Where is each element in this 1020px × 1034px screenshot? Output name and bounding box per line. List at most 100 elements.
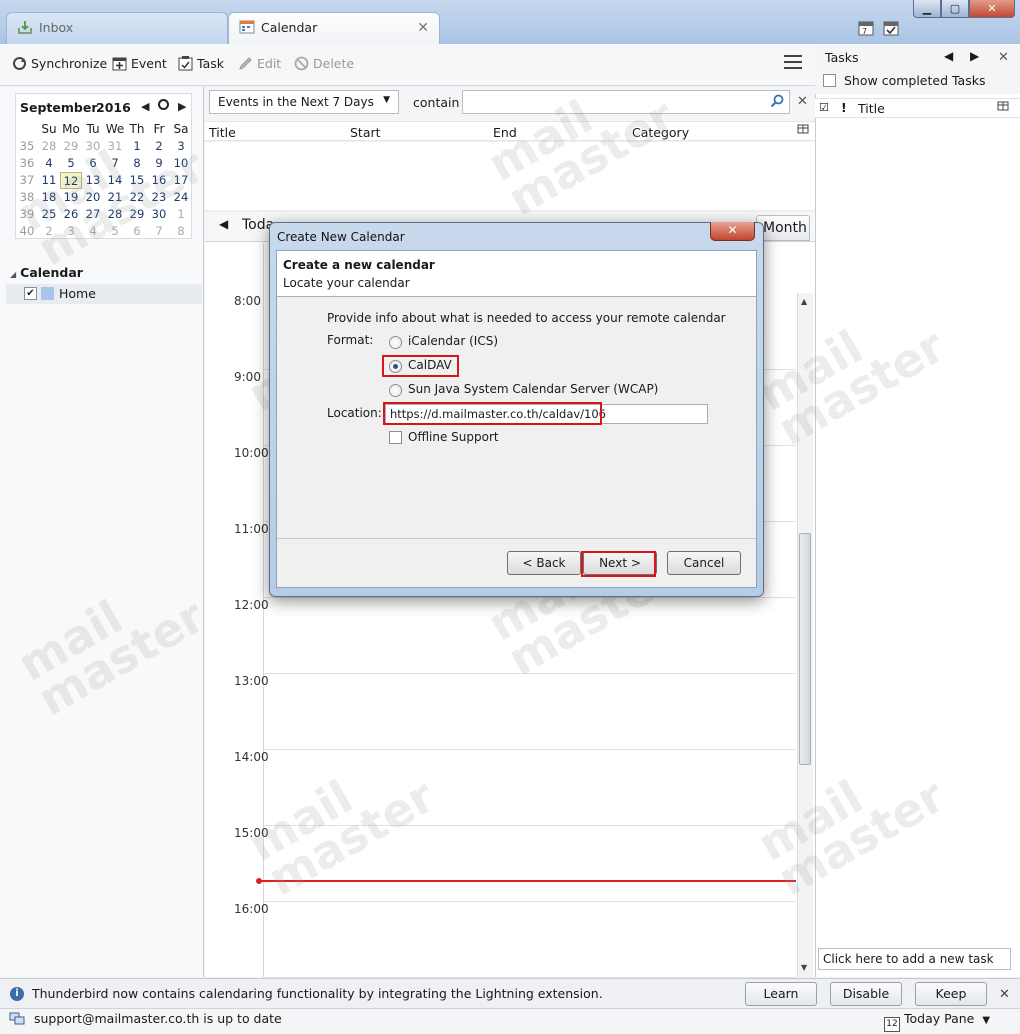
day-cell[interactable]: 11	[38, 172, 60, 189]
prev-month-icon[interactable]: ◀	[141, 100, 149, 113]
offline-support-label[interactable]: Offline Support	[408, 430, 499, 444]
day-cell[interactable]: 21	[104, 189, 126, 206]
minimize-button[interactable]: ▁	[913, 0, 941, 18]
day-cell[interactable]: 7	[104, 155, 126, 172]
day-cell[interactable]: 18	[38, 189, 60, 206]
scroll-up-icon[interactable]: ▲	[801, 297, 807, 306]
tab-calendar[interactable]: Calendar ✕	[228, 12, 440, 44]
day-cell[interactable]: 2	[38, 223, 60, 240]
day-cell[interactable]: 14	[104, 172, 126, 189]
event-filter-select[interactable]: Events in the Next 7 Days ▼	[209, 90, 399, 114]
event-search-input[interactable]	[462, 90, 790, 114]
day-cell[interactable]: 23	[148, 189, 170, 206]
maximize-button[interactable]: ▢	[941, 0, 969, 18]
next-icon[interactable]: ▶	[970, 49, 979, 63]
day-cell[interactable]: 8	[126, 155, 148, 172]
day-cell[interactable]: 20	[82, 189, 104, 206]
column-end[interactable]: End	[493, 125, 517, 140]
day-cell[interactable]: 3	[170, 138, 192, 155]
day-cell[interactable]: 6	[126, 223, 148, 240]
calendar-list-header[interactable]: ◢ Calendar	[10, 265, 83, 280]
day-cell[interactable]: 4	[82, 223, 104, 240]
day-cell[interactable]: 3	[60, 223, 82, 240]
day-cell[interactable]: 16	[148, 172, 170, 189]
search-icon[interactable]	[770, 94, 784, 112]
day-cell[interactable]: 19	[60, 189, 82, 206]
cancel-button[interactable]: Cancel	[667, 551, 741, 575]
day-cell[interactable]: 1	[126, 138, 148, 155]
format-radio-ics[interactable]	[389, 336, 402, 349]
disable-button[interactable]: Disable	[830, 982, 902, 1006]
minimonth-year[interactable]: 2016	[96, 100, 131, 115]
day-cell[interactable]: 29	[60, 138, 82, 155]
dialog-close-button[interactable]: ✕	[710, 222, 755, 241]
close-icon[interactable]: ✕	[417, 20, 429, 36]
day-cell[interactable]: 24	[170, 189, 192, 206]
calendar-mode-icon[interactable]: 7	[858, 20, 874, 39]
day-cell[interactable]: 22	[126, 189, 148, 206]
day-cell[interactable]: 6	[82, 155, 104, 172]
close-icon[interactable]: ✕	[998, 50, 1009, 65]
prev-icon[interactable]: ◀	[944, 49, 953, 63]
day-cell[interactable]: 10	[170, 155, 192, 172]
day-cell[interactable]: 8	[170, 223, 192, 240]
close-icon[interactable]: ✕	[797, 94, 808, 109]
day-cell[interactable]: 5	[60, 155, 82, 172]
column-title[interactable]: Title	[858, 101, 885, 116]
day-cell[interactable]: 30	[148, 206, 170, 223]
learn-more-button[interactable]: Learn more	[745, 982, 817, 1023]
day-cell[interactable]: 12	[60, 172, 82, 189]
offline-support-checkbox[interactable]	[389, 431, 402, 444]
column-start[interactable]: Start	[350, 125, 381, 140]
completed-column-icon[interactable]: ☑	[819, 101, 829, 114]
show-completed-checkbox[interactable]	[823, 74, 836, 87]
calendar-checkbox[interactable]: ✔	[24, 287, 37, 300]
column-title[interactable]: Title	[209, 125, 236, 140]
day-cell[interactable]: 26	[60, 206, 82, 223]
column-picker-icon[interactable]	[997, 101, 1009, 116]
tab-inbox[interactable]: Inbox	[6, 12, 228, 44]
scrollbar-thumb[interactable]	[799, 533, 811, 765]
tasks-mode-icon[interactable]	[883, 20, 899, 39]
keep-button[interactable]: Keep	[915, 982, 987, 1006]
day-cell[interactable]: 28	[38, 138, 60, 155]
day-cell[interactable]: 4	[38, 155, 60, 172]
day-cell[interactable]: 29	[126, 206, 148, 223]
day-cell[interactable]: 28	[104, 206, 126, 223]
column-category[interactable]: Category	[632, 125, 689, 140]
online-status-icon[interactable]	[9, 1012, 25, 1026]
show-completed-tasks-row[interactable]: Show completed Tasks	[815, 70, 1020, 94]
day-cell[interactable]: 31	[104, 138, 126, 155]
tab-month[interactable]: Month	[756, 215, 810, 241]
today-pane-button[interactable]: 12 Today Pane ▼	[884, 1011, 990, 1032]
format-label-ics[interactable]: iCalendar (ICS)	[408, 334, 498, 348]
scroll-down-icon[interactable]: ▼	[801, 963, 807, 972]
calendar-item-home[interactable]: ✔ Home	[6, 284, 202, 304]
close-icon[interactable]: ✕	[999, 987, 1010, 1002]
window-close-button[interactable]: ✕	[969, 0, 1015, 18]
day-cell[interactable]: 17	[170, 172, 192, 189]
priority-column-icon[interactable]: !	[841, 100, 847, 115]
synchronize-button[interactable]: Synchronize	[12, 56, 107, 71]
day-cell[interactable]: 2	[148, 138, 170, 155]
day-cell[interactable]: 1	[170, 206, 192, 223]
day-cell[interactable]: 27	[82, 206, 104, 223]
today-circle-icon[interactable]	[157, 98, 170, 114]
new-task-input[interactable]: Click here to add a new task	[818, 948, 1011, 970]
format-radio-wcap[interactable]	[389, 384, 402, 397]
day-cell[interactable]: 13	[82, 172, 104, 189]
day-cell[interactable]: 25	[38, 206, 60, 223]
new-task-button[interactable]: Task	[178, 56, 224, 71]
format-label-wcap[interactable]: Sun Java System Calendar Server (WCAP)	[408, 382, 658, 396]
day-cell[interactable]: 9	[148, 155, 170, 172]
app-menu-button[interactable]	[784, 55, 802, 71]
edit-button[interactable]: Edit	[238, 56, 281, 71]
next-month-icon[interactable]: ▶	[178, 100, 186, 113]
delete-button[interactable]: Delete	[294, 56, 354, 71]
day-cell[interactable]: 15	[126, 172, 148, 189]
day-cell[interactable]: 30	[82, 138, 104, 155]
prev-day-icon[interactable]: ◀	[219, 217, 228, 231]
minimonth-month[interactable]: September	[20, 100, 98, 115]
column-picker-icon[interactable]	[797, 124, 809, 139]
day-cell[interactable]: 5	[104, 223, 126, 240]
